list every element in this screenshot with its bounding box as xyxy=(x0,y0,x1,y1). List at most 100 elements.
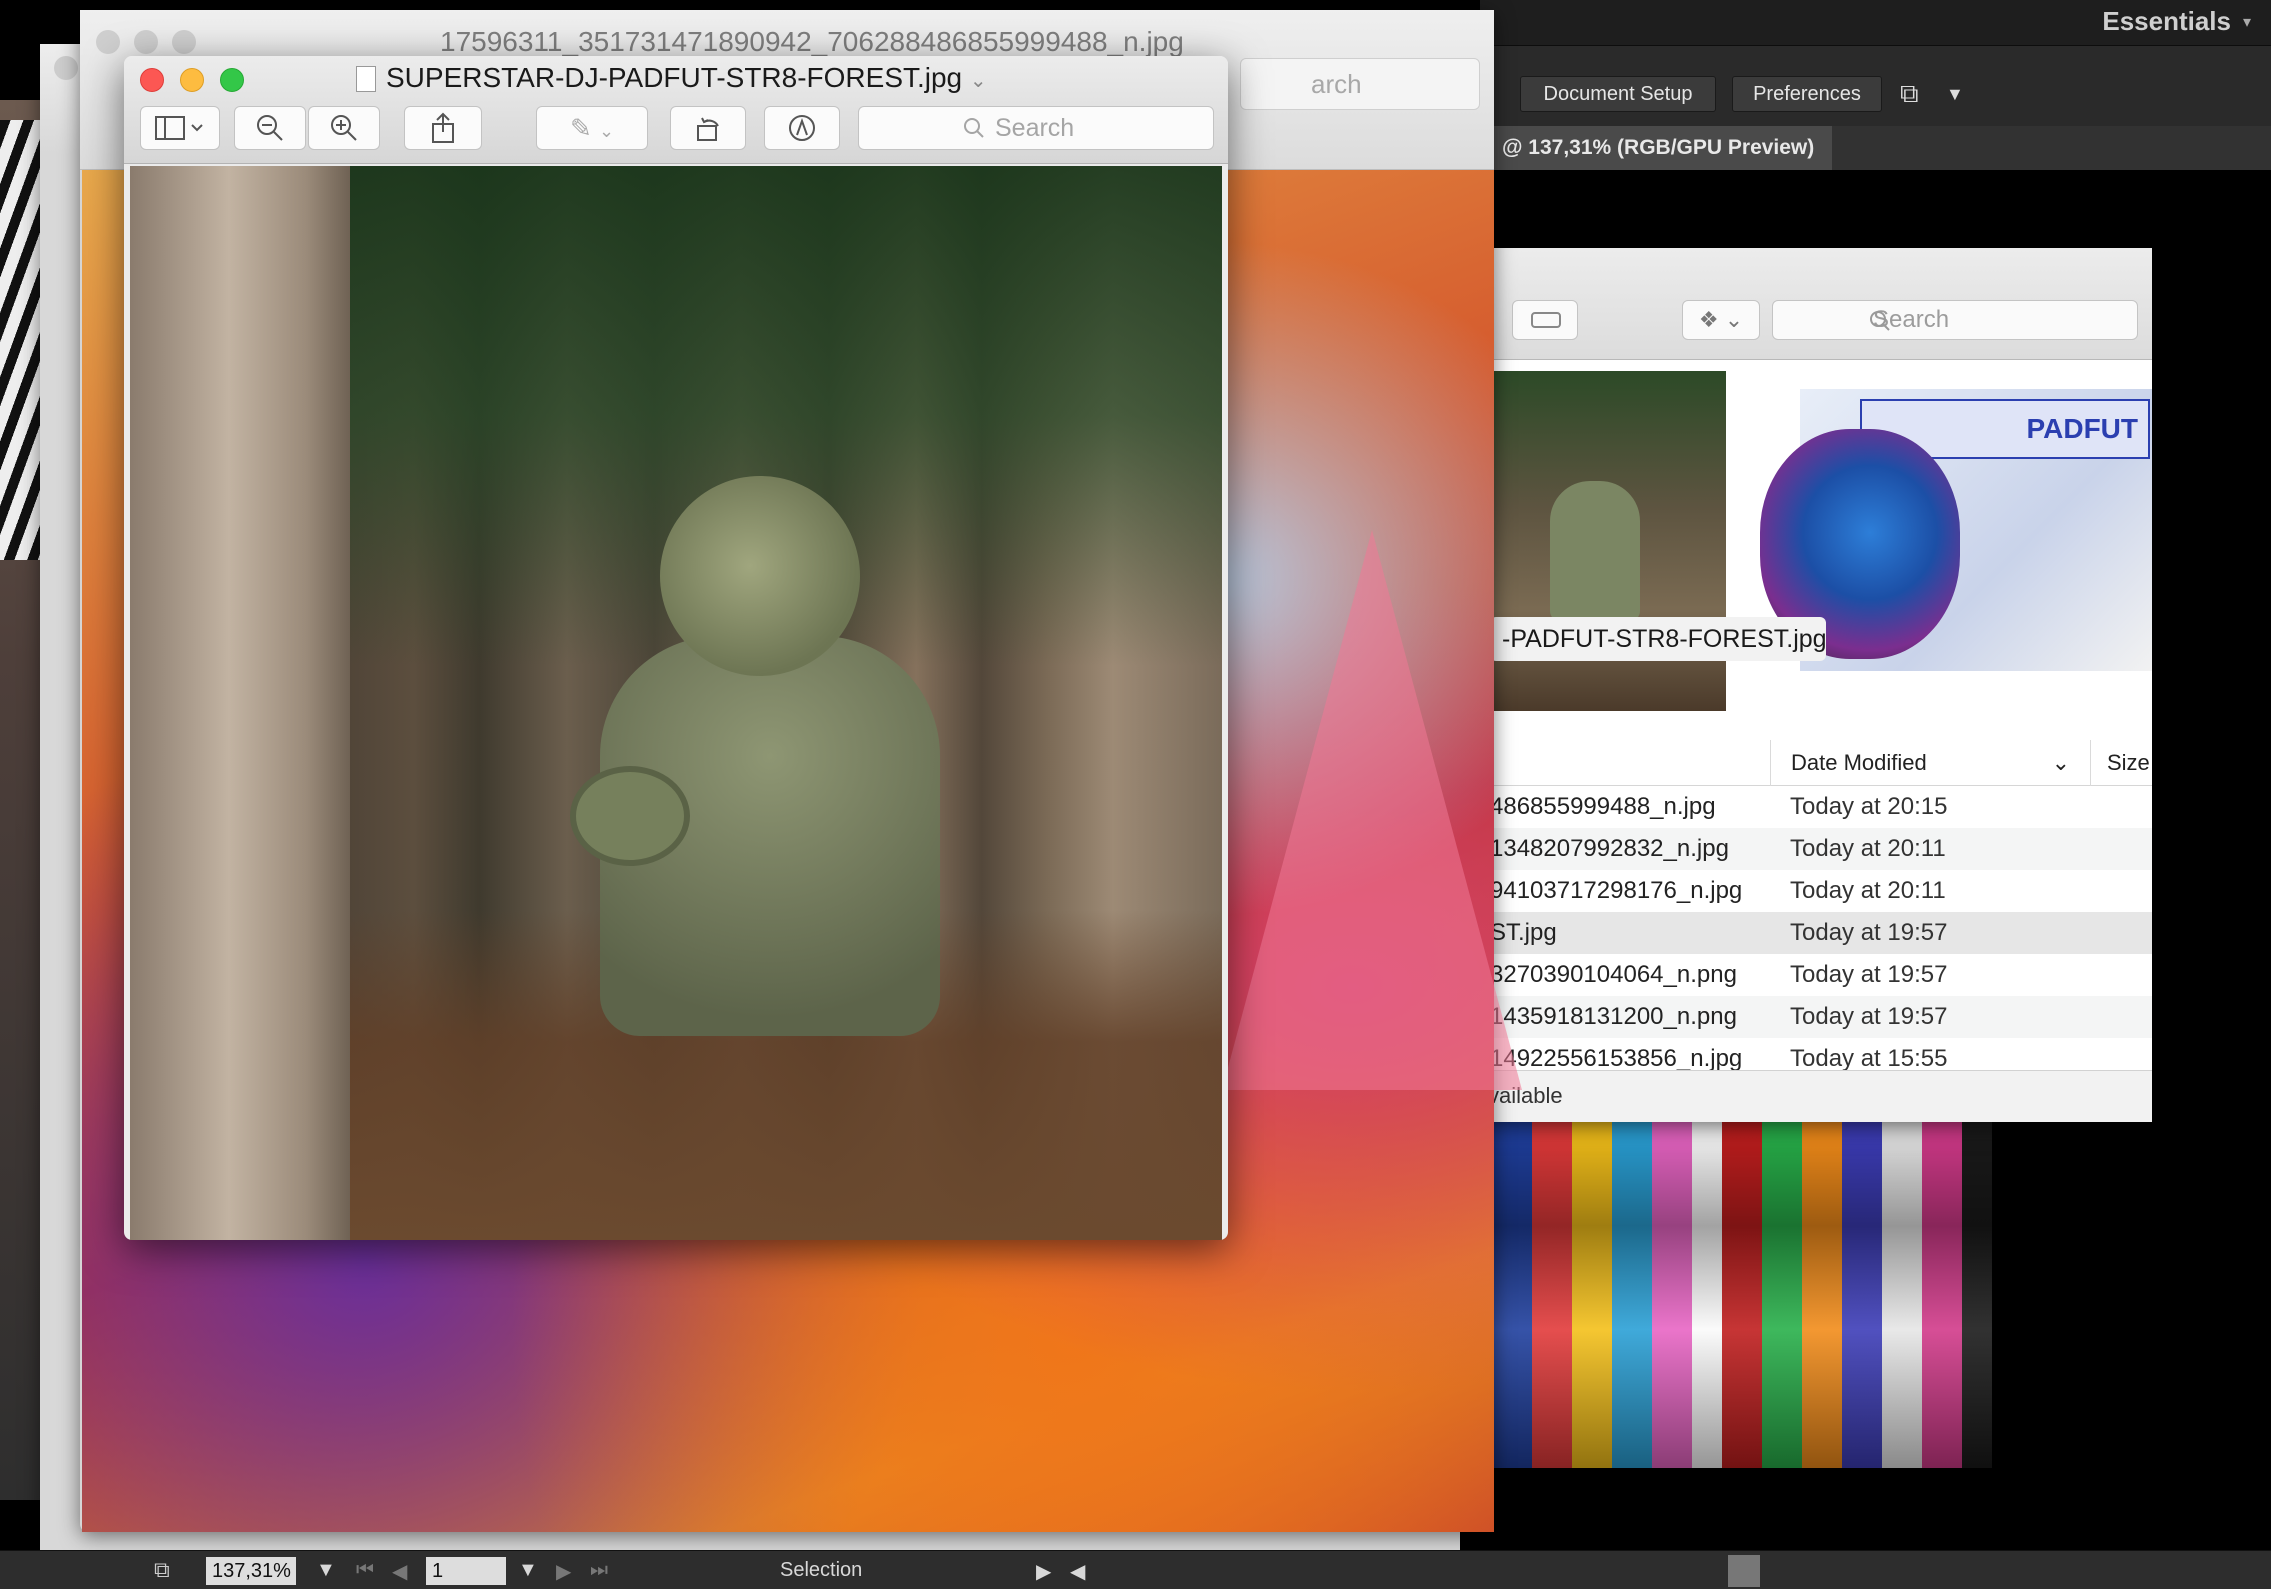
zoom-dropdown-icon[interactable]: ▼ xyxy=(316,1559,336,1582)
list-item[interactable]: 486855999488_n.jpg Today at 20:15 xyxy=(1460,786,2152,828)
scrollbar-thumb[interactable] xyxy=(1728,1555,1760,1587)
finder-file-list: Date Modified ⌄ Size 486855999488_n.jpg T… xyxy=(1460,740,2152,1070)
file-date: Today at 20:11 xyxy=(1790,835,1946,862)
annotate-button[interactable] xyxy=(764,106,840,150)
statue-basket xyxy=(570,766,690,866)
title-chevron-icon[interactable]: ⌄ xyxy=(970,70,987,92)
list-item[interactable]: 1435918131200_n.png Today at 19:57 xyxy=(1460,996,2152,1038)
search-placeholder: Search xyxy=(995,114,1075,142)
list-item-selected[interactable]: ST.jpg Today at 19:57 xyxy=(1460,912,2152,954)
status-menu-icon[interactable]: ▶ xyxy=(1036,1559,1051,1584)
tree-trunk xyxy=(130,166,350,1240)
artboard-dropdown-icon[interactable]: ▼ xyxy=(518,1559,538,1582)
thumbnail-caption: -PADFUT-STR8-FOREST.jpg xyxy=(1490,617,1827,661)
document-icon xyxy=(356,66,376,92)
preview-search-field[interactable]: Search xyxy=(858,106,1214,150)
file-date: Today at 19:57 xyxy=(1790,919,1948,946)
last-artboard-icon[interactable]: ⏭ xyxy=(590,1559,608,1582)
statue-head xyxy=(660,476,860,676)
workspace-switcher[interactable]: Essentials xyxy=(2102,6,2231,37)
list-item[interactable]: 3270390104064_n.png Today at 19:57 xyxy=(1460,954,2152,996)
preferences-button[interactable]: Preferences xyxy=(1732,76,1882,112)
file-name: 1348207992832_n.jpg xyxy=(1490,835,1729,862)
share-button[interactable] xyxy=(404,106,482,150)
market-stall-shading xyxy=(1492,1122,1992,1468)
file-name: 94103717298176_n.jpg xyxy=(1490,877,1743,904)
search-field[interactable]: arch xyxy=(1240,58,1480,110)
scroll-left-icon[interactable]: ◀ xyxy=(1070,1559,1085,1584)
rotate-button[interactable] xyxy=(670,106,746,150)
tag-icon xyxy=(1531,312,1561,328)
search-icon xyxy=(1870,311,1890,331)
forest-statue-photo xyxy=(130,166,1222,1240)
list-item[interactable]: 1348207992832_n.jpg Today at 20:11 xyxy=(1460,828,2152,870)
date-modified-label: Date Modified xyxy=(1791,750,1927,775)
market-stall-image xyxy=(1492,1122,1992,1468)
markup-button[interactable]: ✎ ⌄ xyxy=(536,106,648,150)
sort-chevron-icon: ⌄ xyxy=(2051,750,2070,775)
finder-toolbar: ❖ ⌄ Search xyxy=(1460,248,2152,360)
illustrator-control-bar: Document Setup Preferences ⧉ ▼ xyxy=(1480,46,2271,136)
crystal-pyramid-image xyxy=(1222,530,1522,1090)
finder-window: ❖ ⌄ Search PADFUT -PADFUT-STR8-FOREST.jp… xyxy=(1460,248,2152,1122)
finder-search-field[interactable]: Search xyxy=(1772,300,2138,340)
file-name: 486855999488_n.jpg xyxy=(1490,793,1716,820)
file-date: Today at 20:11 xyxy=(1790,877,1946,904)
sidebar-icon xyxy=(155,116,203,140)
finder-gallery: PADFUT -PADFUT-STR8-FOREST.jpg xyxy=(1460,361,2152,721)
document-tab[interactable]: @ 137,31% (RGB/GPU Preview) xyxy=(1480,126,1833,170)
arrange-documents-icon[interactable]: ⧉ xyxy=(1900,78,1919,110)
first-artboard-icon[interactable]: ⏮ xyxy=(356,1559,374,1582)
previous-artboard-icon[interactable]: ◀ xyxy=(392,1559,407,1584)
zoom-out-icon xyxy=(257,115,283,141)
size-column-header[interactable]: Size xyxy=(2090,740,2152,786)
artboard-number-field[interactable]: 1 xyxy=(426,1557,506,1585)
list-item[interactable]: 94103717298176_n.jpg Today at 20:11 xyxy=(1460,870,2152,912)
close-button[interactable] xyxy=(96,30,120,54)
padfut-thumbnail[interactable]: PADFUT xyxy=(1760,389,2152,671)
minimize-button[interactable] xyxy=(180,68,204,92)
zoom-in-button[interactable] xyxy=(308,106,380,150)
document-setup-button[interactable]: Document Setup xyxy=(1520,76,1716,112)
artboard-nav-icon[interactable]: ⧉ xyxy=(154,1557,170,1583)
sidebar-button[interactable] xyxy=(140,106,220,150)
finder-status-bar: vailable xyxy=(1460,1070,2152,1122)
window-title-text: SUPERSTAR-DJ-PADFUT-STR8-FOREST.jpg xyxy=(386,62,963,93)
illustrator-status-bar: ⧉ 137,31% ▼ ⏮ ◀ 1 ▼ ▶ ⏭ Selection ▶ ◀ xyxy=(0,1550,2271,1589)
next-artboard-icon[interactable]: ▶ xyxy=(556,1559,571,1584)
close-button[interactable] xyxy=(54,56,78,80)
zoom-button[interactable] xyxy=(220,68,244,92)
illustrator-tab-bar: @ 137,31% (RGB/GPU Preview) xyxy=(1480,126,2271,170)
markup-chevron-icon: ⌄ xyxy=(598,121,615,141)
list-header: Date Modified ⌄ Size xyxy=(1460,740,2152,786)
close-button[interactable] xyxy=(140,68,164,92)
zoom-out-button[interactable] xyxy=(234,106,306,150)
current-tool-label: Selection xyxy=(780,1559,863,1581)
rotate-icon xyxy=(697,117,719,141)
file-date: Today at 19:57 xyxy=(1790,1003,1948,1030)
illustrator-top-bar: Essentials ▾ xyxy=(1480,0,2271,46)
statue-thumbnail xyxy=(1550,481,1640,621)
tag-button[interactable] xyxy=(1512,300,1578,340)
search-placeholder: arch xyxy=(1311,69,1362,99)
preview-titlebar: SUPERSTAR-DJ-PADFUT-STR8-FOREST.jpg ⌄ ✎ … xyxy=(124,56,1228,164)
list-item[interactable]: 14922556153856_n.jpg Today at 15:55 xyxy=(1460,1038,2152,1070)
annotate-icon xyxy=(789,115,815,141)
markup-pen-icon: ✎ xyxy=(569,113,592,143)
dropbox-icon: ❖ ⌄ xyxy=(1698,307,1744,332)
date-modified-column-header[interactable]: Date Modified ⌄ xyxy=(1770,740,2090,786)
file-name: 14922556153856_n.jpg xyxy=(1490,1045,1743,1070)
file-date: Today at 20:15 xyxy=(1790,793,1948,820)
zoom-level-field[interactable]: 137,31% xyxy=(206,1557,296,1585)
zoom-button[interactable] xyxy=(172,30,196,54)
workspace-caret-icon[interactable]: ▾ xyxy=(2243,12,2251,32)
preview-window-front: SUPERSTAR-DJ-PADFUT-STR8-FOREST.jpg ⌄ ✎ … xyxy=(124,56,1228,1240)
share-icon xyxy=(432,112,454,143)
window-title: SUPERSTAR-DJ-PADFUT-STR8-FOREST.jpg ⌄ xyxy=(356,62,987,94)
dropbox-button[interactable]: ❖ ⌄ xyxy=(1682,300,1760,340)
arrange-dropdown-icon[interactable]: ▼ xyxy=(1946,84,1964,105)
file-date: Today at 15:55 xyxy=(1790,1045,1948,1070)
file-date: Today at 19:57 xyxy=(1790,961,1948,988)
minimize-button[interactable] xyxy=(134,30,158,54)
window-title: 17596311_351731471890942_706288486855999… xyxy=(440,26,1184,57)
